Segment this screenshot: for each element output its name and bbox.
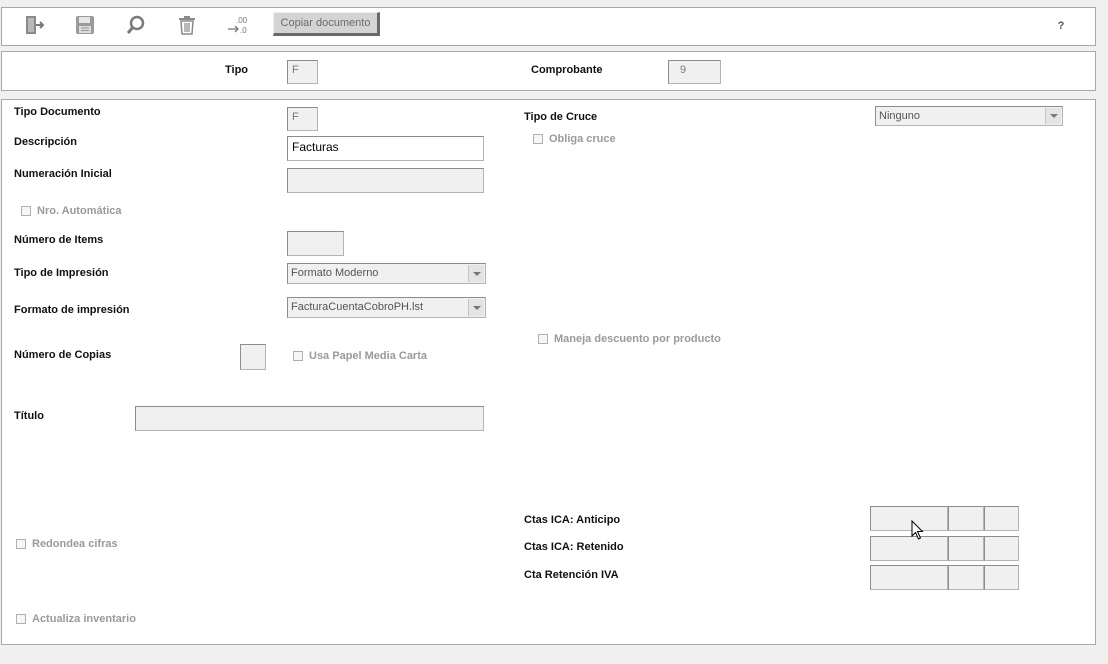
search-icon	[126, 15, 145, 34]
help-button[interactable]: ?	[1052, 17, 1070, 35]
titulo-field[interactable]	[135, 406, 484, 431]
checkbox-box	[21, 206, 31, 216]
tipo-impresion-select[interactable]: Formato Moderno	[287, 263, 486, 284]
obliga-cruce-label: Obliga cruce	[549, 133, 616, 145]
cta-retencion-iva-aux1[interactable]	[948, 565, 984, 590]
obliga-cruce-checkbox[interactable]: Obliga cruce	[533, 133, 616, 145]
chevron-down-icon	[468, 299, 484, 316]
ctas-ica-anticipo-account[interactable]	[870, 506, 948, 531]
nro-automatica-label: Nro. Automática	[37, 205, 122, 217]
svg-text:.0: .0	[240, 26, 247, 35]
formato-impresion-value: FacturaCuentaCobroPH.lst	[291, 301, 424, 313]
ctas-ica-retenido-account[interactable]	[870, 536, 948, 561]
cta-retencion-iva-label: Cta Retención IVA	[524, 569, 619, 581]
ctas-ica-retenido-aux1[interactable]	[948, 536, 984, 561]
descripcion-label: Descripción	[14, 136, 77, 148]
tipo-impresion-label: Tipo de Impresión	[14, 267, 109, 279]
redondea-cifras-label: Redondea cifras	[32, 538, 118, 550]
cta-retencion-iva-aux2[interactable]	[984, 565, 1019, 590]
exit-button[interactable]	[20, 11, 48, 39]
checkbox-box	[16, 539, 26, 549]
formato-impresion-label: Formato de impresión	[14, 304, 130, 316]
tipo-cruce-select[interactable]: Ninguno	[875, 106, 1063, 126]
ctas-ica-retenido-label: Ctas ICA: Retenido	[524, 541, 624, 553]
trash-icon	[179, 16, 195, 35]
toolbar	[1, 7, 1096, 46]
actualiza-inventario-checkbox[interactable]: Actualiza inventario	[16, 613, 136, 625]
maneja-descuento-label: Maneja descuento por producto	[554, 333, 721, 345]
tipo-cruce-value: Ninguno	[879, 110, 920, 122]
mouse-cursor-icon	[911, 520, 924, 540]
numeracion-inicial-label: Numeración Inicial	[14, 168, 112, 180]
tipo-impresion-value: Formato Moderno	[291, 267, 379, 279]
tipo-field[interactable]: F	[287, 60, 318, 84]
checkbox-box	[538, 334, 548, 344]
save-button[interactable]	[71, 11, 99, 39]
descripcion-input[interactable]: Facturas	[287, 136, 484, 161]
tipo-documento-field[interactable]: F	[287, 107, 318, 131]
checkbox-box	[16, 614, 26, 624]
actualiza-inventario-label: Actualiza inventario	[32, 613, 136, 625]
redondea-cifras-checkbox[interactable]: Redondea cifras	[16, 538, 118, 550]
delete-button[interactable]	[173, 11, 201, 39]
comprobante-field[interactable]: 9	[668, 60, 721, 84]
copy-document-button[interactable]: Copiar documento	[273, 12, 380, 36]
tipo-label: Tipo	[225, 64, 249, 76]
svg-text:.00: .00	[236, 16, 248, 25]
tipo-cruce-label: Tipo de Cruce	[524, 111, 598, 123]
numero-items-field[interactable]	[287, 231, 344, 256]
tipo-documento-label: Tipo Documento	[14, 106, 101, 118]
exit-icon	[26, 16, 45, 34]
save-icon	[76, 16, 94, 34]
formato-impresion-select[interactable]: FacturaCuentaCobroPH.lst	[287, 297, 486, 318]
checkbox-box	[293, 351, 303, 361]
numeracion-inicial-field[interactable]	[287, 168, 484, 193]
nro-automatica-checkbox[interactable]: Nro. Automática	[21, 205, 122, 217]
ctas-ica-retenido-aux2[interactable]	[984, 536, 1019, 561]
search-button[interactable]	[122, 11, 150, 39]
titulo-label: Título	[14, 410, 44, 422]
usa-papel-media-carta-label: Usa Papel Media Carta	[309, 350, 427, 362]
maneja-descuento-checkbox[interactable]: Maneja descuento por producto	[538, 333, 721, 345]
cta-retencion-iva-account[interactable]	[870, 565, 948, 590]
checkbox-box	[533, 134, 543, 144]
usa-papel-media-carta-checkbox[interactable]: Usa Papel Media Carta	[293, 350, 427, 362]
numero-items-label: Número de Items	[14, 234, 104, 246]
chevron-down-icon	[468, 265, 484, 282]
decimal-format-button[interactable]: .00 .0	[224, 11, 252, 39]
ctas-ica-anticipo-label: Ctas ICA: Anticipo	[524, 514, 621, 526]
ctas-ica-anticipo-aux2[interactable]	[984, 506, 1019, 531]
decimal-format-icon: .00 .0	[228, 16, 248, 35]
chevron-down-icon	[1045, 108, 1061, 124]
numero-copias-field[interactable]	[240, 344, 266, 370]
ctas-ica-anticipo-aux1[interactable]	[948, 506, 984, 531]
comprobante-label: Comprobante	[531, 64, 603, 76]
numero-copias-label: Número de Copias	[14, 349, 112, 361]
form-panel	[1, 99, 1096, 645]
